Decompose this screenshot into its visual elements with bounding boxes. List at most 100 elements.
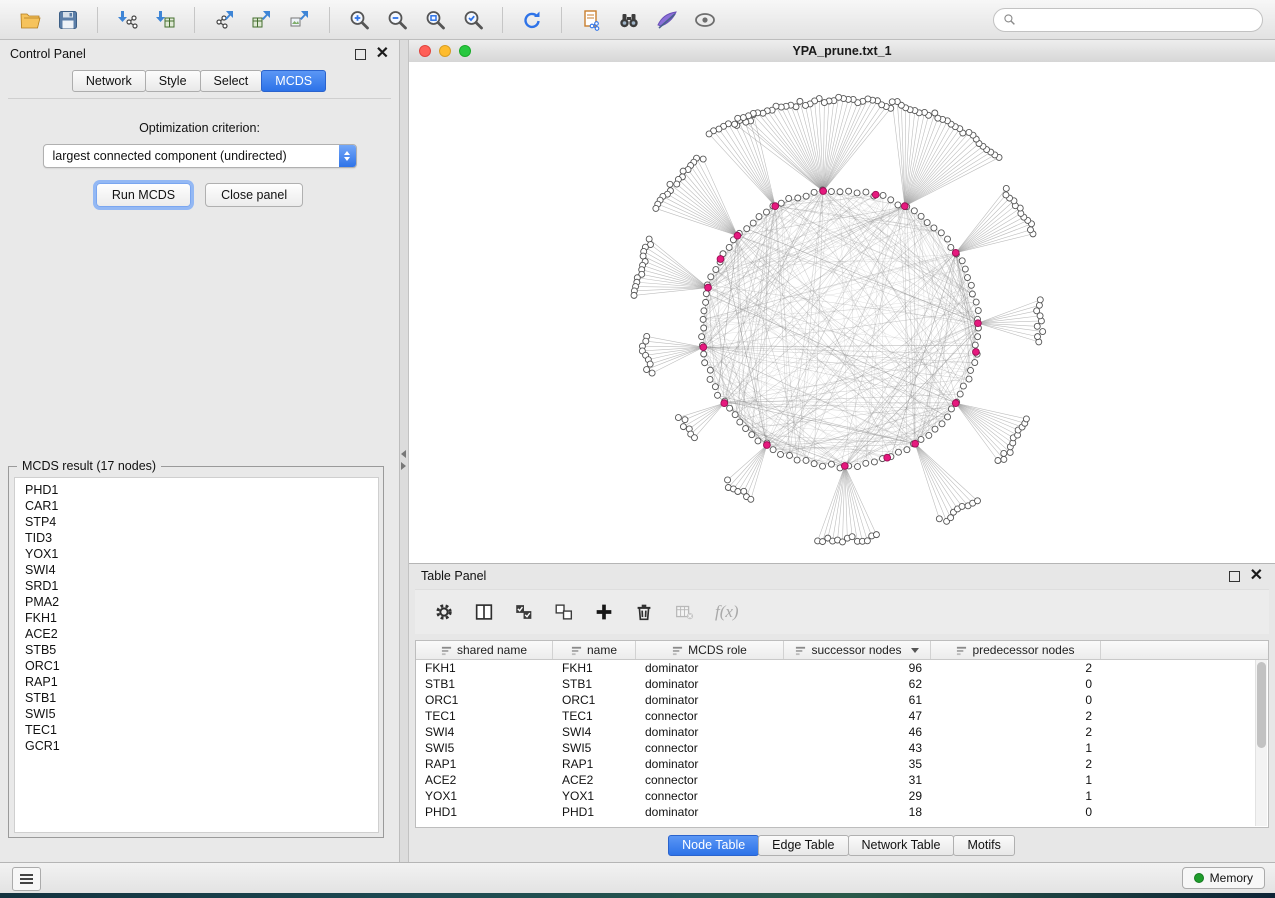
mcds-result-item[interactable]: CAR1	[15, 498, 378, 514]
maximize-window-icon[interactable]	[459, 45, 471, 57]
export-image-button[interactable]	[282, 4, 318, 36]
tab-motifs[interactable]: Motifs	[953, 835, 1014, 856]
tab-node-table[interactable]: Node Table	[668, 835, 759, 856]
network-canvas[interactable]	[409, 62, 1275, 563]
zoom-fit-button[interactable]	[417, 4, 453, 36]
mcds-result-item[interactable]: STB1	[15, 690, 378, 706]
search-field[interactable]	[993, 8, 1263, 32]
import-table-button[interactable]	[147, 4, 183, 36]
cell-pred[interactable]: 2	[931, 757, 1101, 771]
mcds-result-item[interactable]: PHD1	[15, 482, 378, 498]
scrollbar-thumb[interactable]	[1257, 662, 1266, 748]
cell-shared[interactable]: SWI4	[416, 725, 553, 739]
cell-pred[interactable]: 0	[931, 693, 1101, 707]
mcds-result-list[interactable]: PHD1CAR1STP4TID3YOX1SWI4SRD1PMA2FKH1ACE2…	[14, 477, 379, 833]
refresh-button[interactable]	[514, 4, 550, 36]
cell-pred[interactable]: 1	[931, 773, 1101, 787]
cell-shared[interactable]: PHD1	[416, 805, 553, 819]
table-row[interactable]: ORC1ORC1dominator610	[416, 692, 1268, 708]
cell-role[interactable]: dominator	[636, 661, 784, 675]
deselect-all-button[interactable]	[551, 599, 577, 625]
import-network-button[interactable]	[109, 4, 145, 36]
zoom-selected-button[interactable]	[455, 4, 491, 36]
mcds-result-item[interactable]: YOX1	[15, 546, 378, 562]
tab-mcds[interactable]: MCDS	[261, 70, 326, 92]
cell-role[interactable]: connector	[636, 773, 784, 787]
splitter-arrows-icon[interactable]	[401, 450, 406, 470]
memory-button[interactable]: Memory	[1182, 867, 1265, 889]
mcds-result-item[interactable]: GCR1	[15, 738, 378, 754]
cell-name[interactable]: SWI4	[553, 725, 636, 739]
cell-succ[interactable]: 35	[784, 757, 931, 771]
table-row[interactable]: FKH1FKH1dominator962	[416, 660, 1268, 676]
cell-name[interactable]: YOX1	[553, 789, 636, 803]
zoom-in-button[interactable]	[341, 4, 377, 36]
mcds-result-item[interactable]: STB5	[15, 642, 378, 658]
select-all-button[interactable]	[511, 599, 537, 625]
cell-succ[interactable]: 46	[784, 725, 931, 739]
cell-role[interactable]: dominator	[636, 725, 784, 739]
tab-network[interactable]: Network	[72, 70, 146, 92]
cell-shared[interactable]: SWI5	[416, 741, 553, 755]
close-window-icon[interactable]	[419, 45, 431, 57]
table-row[interactable]: SWI4SWI4dominator462	[416, 724, 1268, 740]
open-file-button[interactable]	[12, 4, 48, 36]
table-row[interactable]: STB1STB1dominator620	[416, 676, 1268, 692]
criterion-select[interactable]: largest connected component (undirected)	[43, 144, 357, 168]
network-window-titlebar[interactable]: YPA_prune.txt_1	[409, 40, 1275, 63]
table-row[interactable]: PHD1PHD1dominator180	[416, 804, 1268, 820]
mcds-result-item[interactable]: SRD1	[15, 578, 378, 594]
hide-graphics-button[interactable]	[649, 4, 685, 36]
save-session-button[interactable]	[50, 4, 86, 36]
delete-column-button[interactable]	[631, 599, 657, 625]
cell-succ[interactable]: 96	[784, 661, 931, 675]
export-network-button[interactable]	[206, 4, 242, 36]
close-table-panel-icon[interactable]: ✕	[1250, 570, 1263, 582]
cell-role[interactable]: dominator	[636, 757, 784, 771]
cell-shared[interactable]: ACE2	[416, 773, 553, 787]
vertical-splitter[interactable]	[400, 40, 409, 862]
column-header-MCDS-role[interactable]: MCDS role	[636, 641, 784, 659]
column-header-successor-nodes[interactable]: successor nodes	[784, 641, 931, 659]
cell-name[interactable]: ORC1	[553, 693, 636, 707]
search-network-button[interactable]	[611, 4, 647, 36]
cell-succ[interactable]: 62	[784, 677, 931, 691]
cell-pred[interactable]: 1	[931, 741, 1101, 755]
cell-name[interactable]: FKH1	[553, 661, 636, 675]
chevron-down-icon[interactable]	[911, 648, 919, 653]
cell-shared[interactable]: FKH1	[416, 661, 553, 675]
cell-succ[interactable]: 29	[784, 789, 931, 803]
close-panel-icon[interactable]: ✕	[376, 48, 389, 60]
cell-role[interactable]: connector	[636, 741, 784, 755]
show-view-button[interactable]	[687, 4, 723, 36]
table-row[interactable]: YOX1YOX1connector291	[416, 788, 1268, 804]
cell-name[interactable]: STB1	[553, 677, 636, 691]
close-panel-button[interactable]: Close panel	[205, 183, 303, 207]
cell-role[interactable]: dominator	[636, 677, 784, 691]
cell-shared[interactable]: TEC1	[416, 709, 553, 723]
float-panel-icon[interactable]	[355, 49, 366, 60]
mcds-result-item[interactable]: TEC1	[15, 722, 378, 738]
mcds-result-item[interactable]: TID3	[15, 530, 378, 546]
export-table-button[interactable]	[244, 4, 280, 36]
tab-network-table[interactable]: Network Table	[848, 835, 955, 856]
column-header-name[interactable]: name	[553, 641, 636, 659]
minimize-window-icon[interactable]	[439, 45, 451, 57]
search-input[interactable]	[1022, 12, 1253, 28]
cell-pred[interactable]: 2	[931, 661, 1101, 675]
cell-name[interactable]: TEC1	[553, 709, 636, 723]
cell-pred[interactable]: 0	[931, 805, 1101, 819]
cell-name[interactable]: ACE2	[553, 773, 636, 787]
cell-shared[interactable]: ORC1	[416, 693, 553, 707]
cell-pred[interactable]: 1	[931, 789, 1101, 803]
cell-role[interactable]: dominator	[636, 805, 784, 819]
show-panels-button[interactable]	[12, 867, 41, 891]
zoom-out-button[interactable]	[379, 4, 415, 36]
table-row[interactable]: ACE2ACE2connector311	[416, 772, 1268, 788]
cell-succ[interactable]: 43	[784, 741, 931, 755]
column-header-predecessor-nodes[interactable]: predecessor nodes	[931, 641, 1101, 659]
mcds-result-item[interactable]: SWI4	[15, 562, 378, 578]
table-row[interactable]: RAP1RAP1dominator352	[416, 756, 1268, 772]
cell-name[interactable]: SWI5	[553, 741, 636, 755]
show-columns-button[interactable]	[471, 599, 497, 625]
